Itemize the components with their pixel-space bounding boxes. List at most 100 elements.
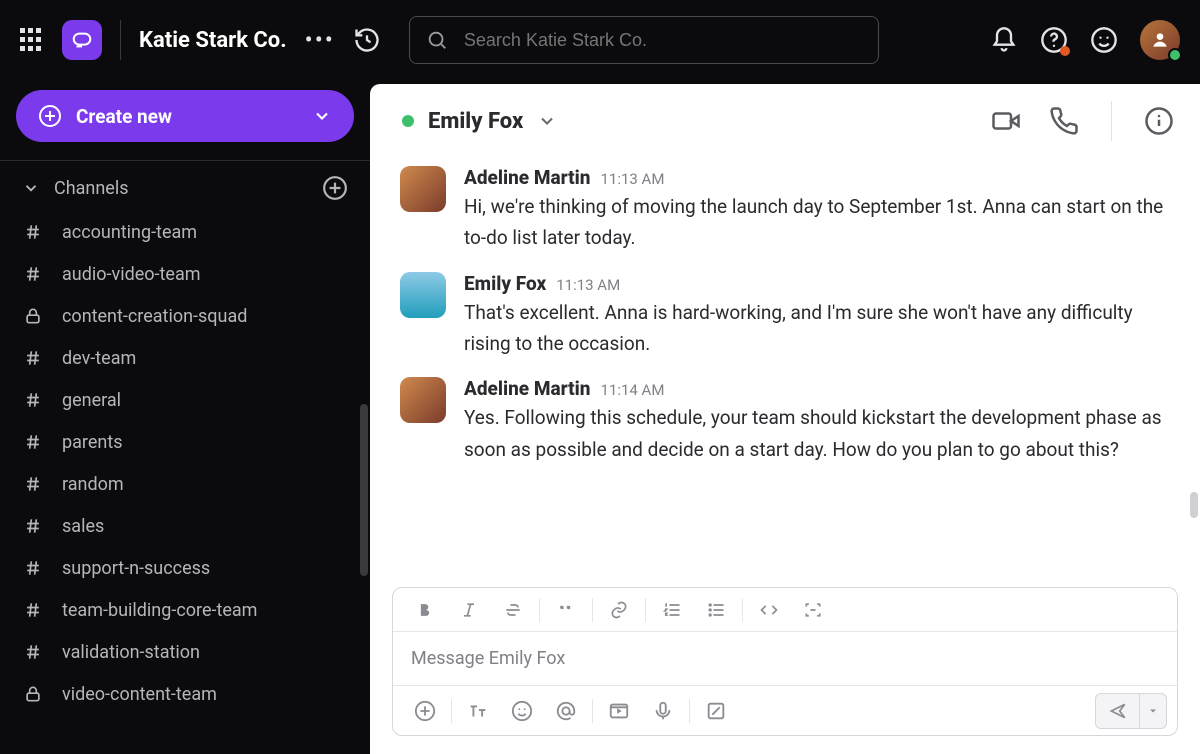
search-input[interactable] (464, 30, 862, 51)
composer-placeholder: Message Emily Fox (411, 648, 565, 669)
divider (451, 699, 452, 723)
channel-name: parents (62, 432, 123, 453)
message-input[interactable]: Message Emily Fox (393, 632, 1177, 685)
hash-icon (22, 431, 44, 453)
message: Emily Fox 11:13 AM That's excellent. Anna… (400, 272, 1170, 360)
code-button[interactable] (747, 588, 791, 632)
codeblock-button[interactable] (791, 588, 835, 632)
channel-item[interactable]: random (0, 463, 362, 505)
link-button[interactable] (597, 588, 641, 632)
ordered-list-button[interactable] (650, 588, 694, 632)
message-time: 11:13 AM (556, 276, 620, 294)
divider (1111, 101, 1112, 141)
composer: Message Emily Fox (392, 587, 1178, 736)
channel-item[interactable]: video-content-team (0, 673, 362, 715)
italic-button[interactable] (447, 588, 491, 632)
lock-icon (22, 305, 44, 327)
emoji-picker-button[interactable] (500, 689, 544, 733)
channel-list: accounting-team audio-video-teamcontent-c… (0, 211, 370, 754)
message-avatar[interactable] (400, 272, 446, 318)
presence-indicator (1168, 48, 1182, 62)
channel-item[interactable]: accounting-team (0, 211, 362, 253)
channel-item[interactable]: general (0, 379, 362, 421)
channel-name: accounting-team (62, 222, 197, 243)
chevron-down-icon[interactable] (537, 111, 557, 131)
hash-icon (22, 263, 44, 285)
channel-name: video-content-team (62, 684, 217, 705)
channel-item[interactable]: parents (0, 421, 362, 463)
divider (592, 598, 593, 622)
add-channel-icon[interactable] (322, 175, 348, 201)
help-icon[interactable] (1040, 26, 1068, 54)
hash-icon (22, 599, 44, 621)
hash-icon (22, 347, 44, 369)
channel-item[interactable]: sales (0, 505, 362, 547)
channel-name: support-n-success (62, 558, 210, 579)
channel-name: general (62, 390, 121, 411)
audio-message-button[interactable] (641, 689, 685, 733)
hash-icon (22, 389, 44, 411)
scrollbar-thumb[interactable] (360, 404, 368, 576)
chat-header: Emily Fox (370, 84, 1200, 158)
unordered-list-button[interactable] (694, 588, 738, 632)
message-avatar[interactable] (400, 166, 446, 212)
channel-item[interactable]: validation-station (0, 631, 362, 673)
channel-item[interactable]: content-creation-squad (0, 295, 362, 337)
hash-icon (22, 557, 44, 579)
channel-item[interactable]: support-n-success (0, 547, 362, 589)
channels-section-header[interactable]: Channels (0, 165, 370, 211)
quote-button[interactable] (544, 588, 588, 632)
phone-call-icon[interactable] (1049, 106, 1079, 136)
text-format-button[interactable] (456, 689, 500, 733)
channel-item[interactable]: team-building-core-team (0, 589, 362, 631)
channel-item[interactable]: dev-team (0, 337, 362, 379)
apps-grid-icon[interactable] (20, 28, 44, 52)
hash-icon (22, 221, 44, 243)
scrollbar-thumb[interactable] (1190, 492, 1198, 518)
send-options-button[interactable] (1139, 693, 1167, 729)
add-attachment-button[interactable] (403, 689, 447, 733)
strikethrough-button[interactable] (491, 588, 535, 632)
message-text: That's excellent. Anna is hard-working, … (464, 297, 1170, 360)
profile-avatar[interactable] (1140, 20, 1180, 60)
divider (742, 598, 743, 622)
lock-icon (22, 683, 44, 705)
hash-icon (22, 473, 44, 495)
mention-button[interactable] (544, 689, 588, 733)
notifications-icon[interactable] (990, 26, 1018, 54)
bold-button[interactable] (403, 588, 447, 632)
send-button[interactable] (1095, 693, 1139, 729)
workspace-name[interactable]: Katie Stark Co. (139, 28, 287, 53)
info-icon[interactable] (1144, 106, 1174, 136)
app-logo[interactable] (62, 20, 102, 60)
message-avatar[interactable] (400, 377, 446, 423)
message: Adeline Martin11:13 AM Hi, we're thinkin… (400, 166, 1170, 254)
more-icon[interactable]: ••• (305, 26, 335, 54)
message-author[interactable]: Adeline Martin (464, 377, 590, 400)
message-text: Yes. Following this schedule, your team … (464, 402, 1170, 465)
create-new-button[interactable]: Create new (16, 90, 354, 142)
channels-label: Channels (54, 178, 129, 199)
channel-name: random (62, 474, 124, 495)
message-text: Hi, we're thinking of moving the launch … (464, 191, 1170, 254)
chevron-down-icon (22, 179, 40, 197)
search-icon (426, 29, 448, 51)
message-author[interactable]: Emily Fox (464, 272, 546, 295)
hash-icon (22, 515, 44, 537)
divider (120, 20, 121, 60)
search-box[interactable] (409, 16, 879, 64)
video-call-icon[interactable] (991, 106, 1021, 136)
channel-name: sales (62, 516, 104, 537)
chat-title[interactable]: Emily Fox (428, 109, 523, 134)
attach-toolbar (393, 685, 1177, 735)
channel-item[interactable]: audio-video-team (0, 253, 362, 295)
create-new-label: Create new (76, 105, 172, 128)
divider (0, 160, 370, 161)
history-icon[interactable] (353, 26, 381, 54)
message-list: Adeline Martin 11:13 AM Hi, we're thinkin… (370, 158, 1200, 581)
divider (592, 699, 593, 723)
shortcut-button[interactable] (694, 689, 738, 733)
emoji-icon[interactable] (1090, 26, 1118, 54)
video-message-button[interactable] (597, 689, 641, 733)
message-author[interactable]: Adeline Martin (464, 166, 590, 189)
